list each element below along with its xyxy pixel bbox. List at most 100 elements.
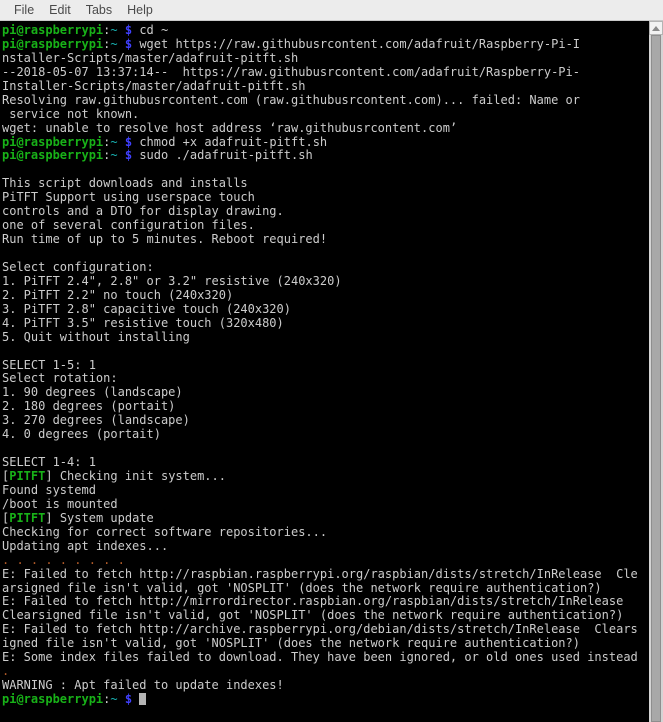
terminal-output-line: service not known.	[2, 108, 648, 122]
terminal-output-text: E: Failed to fetch http://raspbian.raspb…	[2, 567, 638, 581]
terminal-output-line: E: Failed to fetch http://raspbian.raspb…	[2, 568, 648, 582]
terminal-output-text: arsigned file isn't valid, got 'NOSPLIT'…	[2, 581, 602, 595]
terminal-output-text: nstaller-Scripts/master/adafruit-pitft.s…	[2, 51, 299, 65]
terminal-output-text: WARNING : Apt failed to update indexes!	[2, 679, 284, 693]
prompt-user-host: pi@raspberrypi	[2, 693, 104, 706]
terminal-output-line: 5. Quit without installing	[2, 331, 648, 345]
terminal-output-line: Select configuration:	[2, 261, 648, 275]
terminal-output-line: controls and a DTO for display drawing.	[2, 205, 648, 219]
terminal-output-line: 1. PiTFT 2.4", 2.8" or 3.2" resistive (2…	[2, 275, 648, 289]
terminal-output-line: Found systemd	[2, 484, 648, 498]
terminal-output-text: Checking init system...	[52, 470, 226, 483]
terminal-command: wget https://raw.githubusrcontent.com/ad…	[132, 37, 581, 51]
terminal-output-line: 2. 180 degrees (portait)	[2, 400, 648, 414]
terminal-output-text: 2. 180 degrees (portait)	[2, 400, 176, 414]
terminal-output-line: igned file isn't valid, got 'NOSPLIT' (d…	[2, 637, 648, 651]
terminal-progress-dots: . . . . . . . . .	[2, 554, 648, 568]
terminal-output-line: 1. 90 degrees (landscape)	[2, 386, 648, 400]
terminal-output-text: PiTFT Support using userspace touch	[2, 191, 255, 205]
terminal-output-text: 3. 270 degrees (landscape)	[2, 414, 190, 428]
terminal-output-text: Select rotation:	[2, 372, 118, 386]
terminal-output-line: 3. PiTFT 2.8" capacitive touch (240x320)	[2, 303, 648, 317]
terminal-output-text: Run time of up to 5 minutes. Reboot requ…	[2, 233, 328, 247]
terminal-output-text	[2, 247, 9, 260]
terminal-output-line: This script downloads and installs	[2, 177, 648, 191]
prompt-user-host: pi@raspberrypi	[2, 135, 104, 149]
terminal-blank-line	[2, 247, 648, 261]
terminal-output-line: [PITFT] System update	[2, 512, 648, 526]
terminal-output-line: nstaller-Scripts/master/adafruit-pitft.s…	[2, 52, 648, 66]
terminal-blank-line	[2, 163, 648, 177]
terminal-output-text: This script downloads and installs	[2, 177, 248, 191]
prompt-user-host: pi@raspberrypi	[2, 37, 104, 51]
prompt-symbol: $	[124, 135, 133, 149]
terminal-prompt-line: pi@raspberrypi:~ $ cd ~	[2, 24, 648, 38]
terminal-output-text: igned file isn't valid, got 'NOSPLIT' (d…	[2, 637, 580, 651]
prompt-path: ~	[110, 135, 118, 149]
terminal-output-text: SELECT 1-4: 1	[2, 456, 96, 470]
terminal-output-text: 1. 90 degrees (landscape)	[2, 386, 183, 400]
terminal-output-text: Resolving raw.githubusrcontent.com (raw.…	[2, 93, 580, 107]
terminal-output-line: Updating apt indexes...	[2, 540, 648, 554]
terminal-output-line: Clearsigned file isn't valid, got 'NOSPL…	[2, 609, 648, 623]
terminal-output-text	[2, 163, 9, 176]
terminal-command	[132, 693, 139, 706]
terminal-output-line: [PITFT] Checking init system...	[2, 470, 648, 484]
terminal-blank-line	[2, 442, 648, 456]
scrollbar-track[interactable]	[649, 35, 663, 722]
terminal-output-text: 4. PiTFT 3.5" resistive touch (320x480)	[2, 316, 284, 330]
terminal-output-text: Select configuration:	[2, 260, 154, 274]
terminal-output-text: controls and a DTO for display drawing.	[2, 205, 284, 219]
terminal-prompt-line: pi@raspberrypi:~ $ sudo ./adafruit-pitft…	[2, 149, 648, 163]
terminal-output-line: WARNING : Apt failed to update indexes!	[2, 679, 648, 693]
progress-dots-text: .	[2, 665, 10, 679]
menu-help[interactable]: Help	[120, 1, 160, 20]
scroll-up-button[interactable]	[649, 21, 663, 35]
menu-bar: File Edit Tabs Help	[0, 0, 663, 21]
terminal-window: File Edit Tabs Help pi@raspberrypi:~ $ c…	[0, 0, 663, 722]
prompt-path: ~	[110, 693, 118, 706]
terminal-output-line: wget: unable to resolve host address ‘ra…	[2, 122, 648, 136]
text-cursor	[139, 693, 147, 705]
terminal-output-text: E: Some index files failed to download. …	[2, 651, 638, 665]
terminal-screen[interactable]: pi@raspberrypi:~ $ cd ~ pi@raspberrypi:~ …	[0, 21, 648, 722]
terminal-output-text: Updating apt indexes...	[2, 539, 169, 553]
terminal-blank-line	[2, 345, 648, 359]
terminal-prompt-line: pi@raspberrypi:~ $ wget https://raw.gith…	[2, 38, 648, 52]
terminal-output-text: 4. 0 degrees (portait)	[2, 428, 161, 442]
bracket-close: ]	[45, 470, 53, 483]
pitft-tag: PITFT	[9, 470, 46, 483]
terminal-body: pi@raspberrypi:~ $ cd ~ pi@raspberrypi:~ …	[0, 21, 663, 722]
menu-tabs[interactable]: Tabs	[79, 1, 119, 20]
prompt-path: ~	[110, 24, 118, 37]
prompt-path: ~	[110, 37, 118, 51]
terminal-output-text: SELECT 1-5: 1	[2, 358, 96, 372]
prompt-user-host: pi@raspberrypi	[2, 24, 104, 37]
terminal-output-text	[2, 345, 9, 358]
terminal-output-text: one of several configuration files.	[2, 219, 255, 233]
terminal-output-text	[2, 442, 9, 455]
terminal-output-line: 4. 0 degrees (portait)	[2, 428, 648, 442]
terminal-output-line: E: Failed to fetch http://archive.raspbe…	[2, 623, 648, 637]
terminal-output-line: Select rotation:	[2, 372, 648, 386]
menu-file[interactable]: File	[7, 1, 41, 20]
terminal-scrollbar[interactable]	[648, 21, 663, 722]
scrollbar-thumb[interactable]	[651, 35, 661, 722]
terminal-output-text: service not known.	[2, 107, 140, 121]
terminal-output-text: Clearsigned file isn't valid, got 'NOSPL…	[2, 609, 624, 623]
terminal-output-line: E: Some index files failed to download. …	[2, 651, 648, 665]
terminal-command: chmod +x adafruit-pitft.sh	[132, 135, 328, 149]
chevron-up-icon	[652, 25, 660, 31]
prompt-user-host: pi@raspberrypi	[2, 149, 104, 163]
terminal-output-text: E: Failed to fetch http://archive.raspbe…	[2, 623, 638, 637]
terminal-output-line: Installer-Scripts/master/adafruit-pitft.…	[2, 80, 648, 94]
terminal-output-line: Resolving raw.githubusrcontent.com (raw.…	[2, 94, 648, 108]
menu-edit[interactable]: Edit	[42, 1, 78, 20]
bracket-close: ]	[45, 511, 53, 525]
terminal-output-text: Checking for correct software repositori…	[2, 525, 328, 539]
terminal-output-line: Checking for correct software repositori…	[2, 526, 648, 540]
terminal-output-line: one of several configuration files.	[2, 219, 648, 233]
